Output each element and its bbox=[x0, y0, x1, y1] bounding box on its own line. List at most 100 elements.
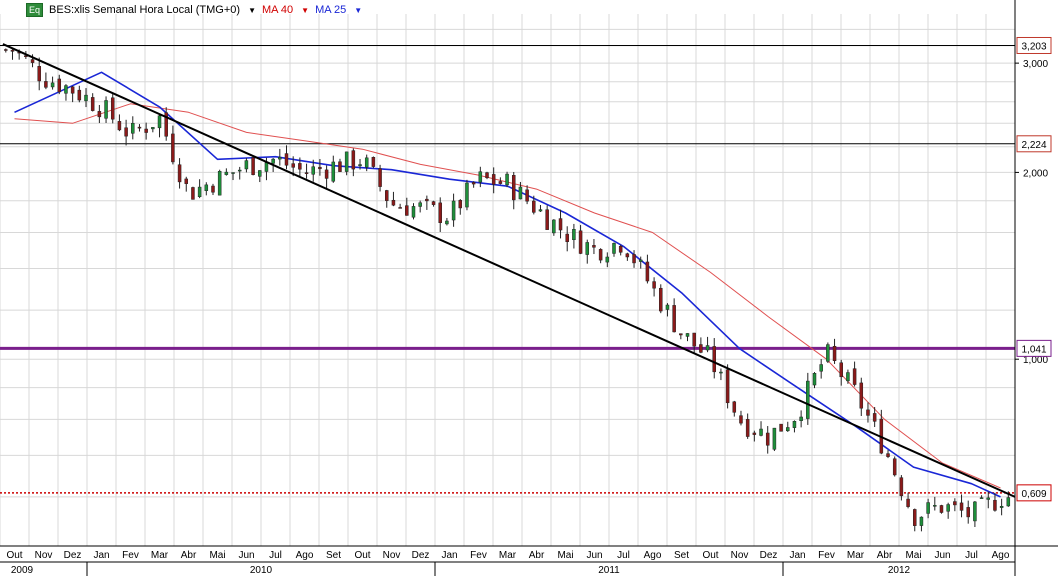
candle-down bbox=[10, 49, 15, 52]
symbol-dropdown-icon[interactable]: ▼ bbox=[248, 6, 256, 15]
candle-down bbox=[498, 181, 503, 184]
candle-up bbox=[84, 94, 88, 102]
candle-up bbox=[812, 373, 817, 386]
candle-up bbox=[638, 259, 643, 262]
candle-down bbox=[712, 346, 716, 373]
ma40-label[interactable]: MA 40 bbox=[262, 4, 293, 16]
candle-up bbox=[418, 202, 422, 207]
candle-down bbox=[852, 368, 857, 385]
candle-down bbox=[618, 245, 623, 253]
candle-down bbox=[545, 209, 549, 230]
chart-header: Eq BES:xlis Semanal Hora Local (TMG+0) ▼… bbox=[26, 2, 362, 18]
candle-down bbox=[471, 182, 476, 185]
candle-down bbox=[391, 199, 396, 206]
candle-up bbox=[665, 304, 670, 310]
candle-down bbox=[752, 432, 757, 435]
candle-down bbox=[725, 369, 730, 404]
candle-down bbox=[745, 419, 750, 437]
candle-down bbox=[699, 344, 703, 353]
year-label: 2012 bbox=[888, 565, 911, 576]
month-label: Nov bbox=[383, 550, 401, 561]
level-badge-label: 1,041 bbox=[1021, 344, 1046, 355]
candle-up bbox=[104, 100, 108, 119]
candle-up bbox=[258, 170, 262, 177]
candle-down bbox=[37, 66, 41, 82]
candle-down bbox=[598, 249, 603, 261]
candle-down bbox=[70, 86, 75, 94]
month-label: Fev bbox=[818, 550, 835, 561]
candle-up bbox=[64, 85, 68, 94]
candle-down bbox=[351, 150, 356, 170]
candle-down bbox=[4, 49, 8, 51]
candle-down bbox=[338, 161, 342, 172]
year-label: 2009 bbox=[11, 565, 34, 576]
year-label: 2010 bbox=[250, 565, 273, 576]
candle-up bbox=[278, 157, 282, 160]
month-label: Dez bbox=[64, 550, 82, 561]
candle-up bbox=[585, 242, 590, 255]
month-label: Jan bbox=[441, 550, 457, 561]
ma25-dropdown-icon[interactable]: ▼ bbox=[354, 6, 362, 15]
candle-down bbox=[425, 198, 429, 202]
month-label: Fev bbox=[122, 550, 139, 561]
month-label: Jul bbox=[965, 550, 978, 561]
candle-down bbox=[30, 59, 35, 63]
y-tick-label: 3,000 bbox=[1023, 59, 1048, 70]
candle-up bbox=[999, 506, 1004, 508]
level-badge-label: 0,609 bbox=[1021, 489, 1046, 500]
month-label: Ago bbox=[644, 550, 662, 561]
stock-chart[interactable]: 3,000 2,000 1,000 3,203 2,224 1,041 0,609 Out No… bbox=[0, 0, 1058, 576]
candle-down bbox=[324, 169, 329, 179]
month-label: Nov bbox=[35, 550, 53, 561]
candle-up bbox=[311, 166, 315, 175]
month-label: Ago bbox=[296, 550, 314, 561]
candle-up bbox=[445, 220, 449, 225]
candle-down bbox=[137, 126, 142, 129]
candle-up bbox=[605, 256, 610, 263]
candle-up bbox=[792, 421, 797, 428]
candle-down bbox=[77, 89, 82, 101]
candle-down bbox=[431, 201, 436, 205]
candle-down bbox=[458, 200, 463, 209]
candle-up bbox=[979, 497, 984, 499]
month-label: Mar bbox=[151, 550, 169, 561]
candle-down bbox=[251, 157, 255, 175]
candle-up bbox=[331, 161, 336, 182]
candle-up bbox=[478, 171, 483, 183]
month-label: Jun bbox=[934, 550, 950, 561]
candle-down bbox=[872, 413, 877, 422]
candle-up bbox=[786, 427, 790, 432]
ma25-label[interactable]: MA 25 bbox=[315, 4, 346, 16]
candle-down bbox=[993, 499, 997, 511]
candle-up bbox=[1006, 497, 1011, 507]
month-label: Set bbox=[674, 550, 689, 561]
candle-down bbox=[652, 281, 656, 289]
chart-canvas[interactable]: 3,0002,0001,0003,2032,2241,0410,609Out No… bbox=[0, 0, 1058, 576]
candle-up bbox=[364, 157, 369, 168]
candle-down bbox=[953, 501, 957, 506]
candle-down bbox=[632, 254, 636, 264]
candle-up bbox=[759, 428, 763, 436]
month-label: Abr bbox=[181, 550, 197, 561]
equity-badge: Eq bbox=[26, 3, 44, 17]
month-label: Out bbox=[702, 550, 718, 561]
month-label: Jan bbox=[789, 550, 805, 561]
month-label: Mai bbox=[557, 550, 573, 561]
candle-down bbox=[832, 346, 837, 361]
candle-down bbox=[839, 362, 843, 378]
candle-up bbox=[806, 380, 810, 419]
candle-up bbox=[204, 184, 209, 191]
candle-down bbox=[892, 458, 897, 476]
candle-up bbox=[612, 243, 616, 254]
y-tick-label: 2,000 bbox=[1023, 168, 1048, 179]
month-label: Abr bbox=[877, 550, 893, 561]
candle-up bbox=[819, 364, 823, 372]
month-label: Nov bbox=[731, 550, 749, 561]
candle-up bbox=[946, 504, 950, 512]
candle-up bbox=[451, 200, 456, 221]
ma40-dropdown-icon[interactable]: ▼ bbox=[301, 6, 309, 15]
candle-down bbox=[672, 305, 676, 333]
candle-down bbox=[525, 189, 529, 202]
month-label: Fev bbox=[470, 550, 487, 561]
candle-up bbox=[151, 127, 155, 130]
